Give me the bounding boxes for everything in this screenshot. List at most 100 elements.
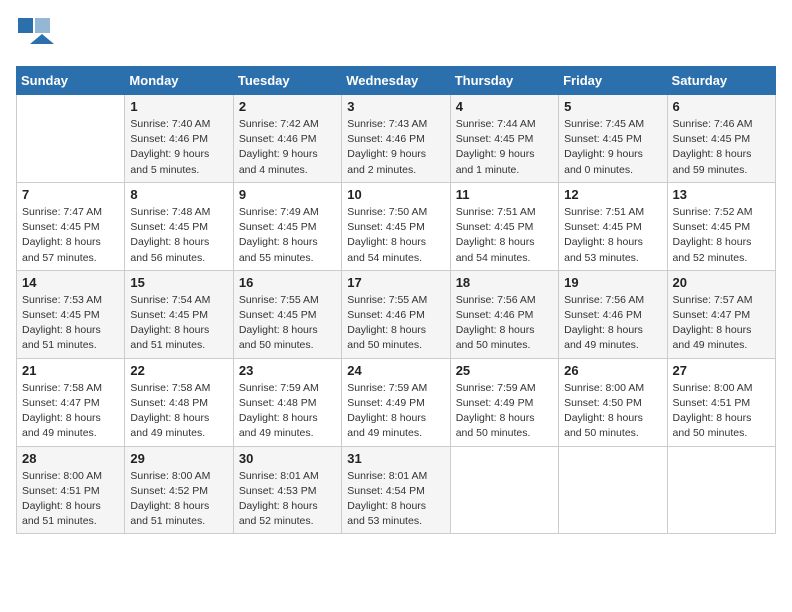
calendar-cell: 2Sunrise: 7:42 AM Sunset: 4:46 PM Daylig… [233, 95, 341, 183]
calendar-cell: 24 Sunrise: 7:59 AM Sunset: 4:49 PM Dayli… [342, 358, 450, 446]
cell-date: 24 [347, 363, 444, 378]
calendar-week-1: 1 Sunrise: 7:40 AM Sunset: 4:46 PM Daylig… [17, 95, 776, 183]
calendar-cell: 13 Sunrise: 7:52 AM Sunset: 4:45 PM Dayli… [667, 182, 775, 270]
cell-info: Sunrise: 7:55 AM Sunset: 4:46 PM Dayligh… [347, 293, 444, 354]
cell-info: Sunrise: 7:45 AM Sunset: 4:45 PM Dayligh… [564, 117, 661, 178]
cell-info: Sunrise: 7:44 AM Sunset: 4:45 PM Dayligh… [456, 117, 553, 178]
calendar-cell: 12Sunrise: 7:51 AM Sunset: 4:45 PM Dayli… [559, 182, 667, 270]
calendar-cell [559, 446, 667, 534]
calendar-cell: 7Sunrise: 7:47 AM Sunset: 4:45 PM Daylig… [17, 182, 125, 270]
cell-info: Sunrise: 7:59 AM Sunset: 4:49 PM Dayligh… [347, 381, 444, 442]
cell-date: 8 [130, 187, 227, 202]
cell-info: Sunrise: 7:56 AM Sunset: 4:46 PM Dayligh… [456, 293, 553, 354]
cell-date: 5 [564, 99, 661, 114]
cell-date: 13 [673, 187, 770, 202]
cell-date: 18 [456, 275, 553, 290]
calendar-cell: 5 Sunrise: 7:45 AM Sunset: 4:45 PM Daylig… [559, 95, 667, 183]
calendar-cell: 28 Sunrise: 8:00 AM Sunset: 4:51 PM Dayli… [17, 446, 125, 534]
cell-info: Sunrise: 7:52 AM Sunset: 4:45 PM Dayligh… [673, 205, 770, 266]
cell-date: 9 [239, 187, 336, 202]
cell-info: Sunrise: 7:51 AM Sunset: 4:45 PM Dayligh… [456, 205, 553, 266]
weekday-header-friday: Friday [559, 67, 667, 95]
calendar-cell: 18 Sunrise: 7:56 AM Sunset: 4:46 PM Dayli… [450, 270, 558, 358]
cell-date: 16 [239, 275, 336, 290]
calendar-cell: 11Sunrise: 7:51 AM Sunset: 4:45 PM Dayli… [450, 182, 558, 270]
cell-info: Sunrise: 7:48 AM Sunset: 4:45 PM Dayligh… [130, 205, 227, 266]
calendar-cell: 15 Sunrise: 7:54 AM Sunset: 4:45 PM Dayli… [125, 270, 233, 358]
cell-date: 25 [456, 363, 553, 378]
cell-info: Sunrise: 8:00 AM Sunset: 4:50 PM Dayligh… [564, 381, 661, 442]
calendar-cell: 30 Sunrise: 8:01 AM Sunset: 4:53 PM Dayli… [233, 446, 341, 534]
cell-date: 6 [673, 99, 770, 114]
calendar-cell: 22Sunrise: 7:58 AM Sunset: 4:48 PM Dayli… [125, 358, 233, 446]
cell-date: 3 [347, 99, 444, 114]
cell-date: 17 [347, 275, 444, 290]
cell-date: 14 [22, 275, 119, 290]
calendar-cell: 16 Sunrise: 7:55 AM Sunset: 4:45 PM Dayli… [233, 270, 341, 358]
weekday-header-sunday: Sunday [17, 67, 125, 95]
calendar-cell: 27 Sunrise: 8:00 AM Sunset: 4:51 PM Dayli… [667, 358, 775, 446]
weekday-header-wednesday: Wednesday [342, 67, 450, 95]
page-header [16, 16, 776, 54]
cell-date: 15 [130, 275, 227, 290]
cell-info: Sunrise: 7:59 AM Sunset: 4:48 PM Dayligh… [239, 381, 336, 442]
cell-info: Sunrise: 8:01 AM Sunset: 4:53 PM Dayligh… [239, 469, 336, 530]
cell-info: Sunrise: 7:53 AM Sunset: 4:45 PM Dayligh… [22, 293, 119, 354]
calendar-cell [17, 95, 125, 183]
cell-info: Sunrise: 7:58 AM Sunset: 4:47 PM Dayligh… [22, 381, 119, 442]
weekday-header-tuesday: Tuesday [233, 67, 341, 95]
cell-info: Sunrise: 7:47 AM Sunset: 4:45 PM Dayligh… [22, 205, 119, 266]
calendar-cell: 31Sunrise: 8:01 AM Sunset: 4:54 PM Dayli… [342, 446, 450, 534]
calendar-cell [450, 446, 558, 534]
calendar-week-3: 14 Sunrise: 7:53 AM Sunset: 4:45 PM Dayli… [17, 270, 776, 358]
cell-info: Sunrise: 7:54 AM Sunset: 4:45 PM Dayligh… [130, 293, 227, 354]
cell-info: Sunrise: 7:50 AM Sunset: 4:45 PM Dayligh… [347, 205, 444, 266]
cell-date: 10 [347, 187, 444, 202]
calendar-cell: 19 Sunrise: 7:56 AM Sunset: 4:46 PM Dayli… [559, 270, 667, 358]
cell-date: 31 [347, 451, 444, 466]
calendar-cell: 25 Sunrise: 7:59 AM Sunset: 4:49 PM Dayli… [450, 358, 558, 446]
calendar-body: 1 Sunrise: 7:40 AM Sunset: 4:46 PM Daylig… [17, 95, 776, 534]
cell-date: 1 [130, 99, 227, 114]
cell-info: Sunrise: 7:56 AM Sunset: 4:46 PM Dayligh… [564, 293, 661, 354]
cell-date: 26 [564, 363, 661, 378]
cell-info: Sunrise: 7:59 AM Sunset: 4:49 PM Dayligh… [456, 381, 553, 442]
cell-info: Sunrise: 7:57 AM Sunset: 4:47 PM Dayligh… [673, 293, 770, 354]
calendar-cell: 20 Sunrise: 7:57 AM Sunset: 4:47 PM Dayli… [667, 270, 775, 358]
calendar-cell: 23 Sunrise: 7:59 AM Sunset: 4:48 PM Dayli… [233, 358, 341, 446]
cell-info: Sunrise: 8:00 AM Sunset: 4:51 PM Dayligh… [673, 381, 770, 442]
calendar-cell: 29Sunrise: 8:00 AM Sunset: 4:52 PM Dayli… [125, 446, 233, 534]
cell-info: Sunrise: 7:46 AM Sunset: 4:45 PM Dayligh… [673, 117, 770, 178]
cell-date: 4 [456, 99, 553, 114]
cell-info: Sunrise: 8:00 AM Sunset: 4:51 PM Dayligh… [22, 469, 119, 530]
calendar-week-2: 7Sunrise: 7:47 AM Sunset: 4:45 PM Daylig… [17, 182, 776, 270]
calendar-cell [667, 446, 775, 534]
calendar-cell: 8 Sunrise: 7:48 AM Sunset: 4:45 PM Daylig… [125, 182, 233, 270]
cell-date: 12 [564, 187, 661, 202]
cell-date: 21 [22, 363, 119, 378]
calendar-cell: 14 Sunrise: 7:53 AM Sunset: 4:45 PM Dayli… [17, 270, 125, 358]
cell-date: 23 [239, 363, 336, 378]
cell-date: 29 [130, 451, 227, 466]
logo [16, 16, 54, 54]
cell-info: Sunrise: 7:55 AM Sunset: 4:45 PM Dayligh… [239, 293, 336, 354]
cell-info: Sunrise: 7:40 AM Sunset: 4:46 PM Dayligh… [130, 117, 227, 178]
weekday-header-row: SundayMondayTuesdayWednesdayThursdayFrid… [17, 67, 776, 95]
calendar-cell: 4 Sunrise: 7:44 AM Sunset: 4:45 PM Daylig… [450, 95, 558, 183]
weekday-header-monday: Monday [125, 67, 233, 95]
cell-date: 27 [673, 363, 770, 378]
calendar-week-4: 21 Sunrise: 7:58 AM Sunset: 4:47 PM Dayli… [17, 358, 776, 446]
cell-date: 30 [239, 451, 336, 466]
logo-icon [16, 16, 54, 54]
cell-date: 28 [22, 451, 119, 466]
calendar-cell: 17 Sunrise: 7:55 AM Sunset: 4:46 PM Dayli… [342, 270, 450, 358]
cell-info: Sunrise: 7:43 AM Sunset: 4:46 PM Dayligh… [347, 117, 444, 178]
weekday-header-saturday: Saturday [667, 67, 775, 95]
calendar-cell: 26 Sunrise: 8:00 AM Sunset: 4:50 PM Dayli… [559, 358, 667, 446]
cell-date: 20 [673, 275, 770, 290]
calendar-cell: 3 Sunrise: 7:43 AM Sunset: 4:46 PM Daylig… [342, 95, 450, 183]
cell-info: Sunrise: 7:58 AM Sunset: 4:48 PM Dayligh… [130, 381, 227, 442]
calendar-table: SundayMondayTuesdayWednesdayThursdayFrid… [16, 66, 776, 534]
weekday-header-thursday: Thursday [450, 67, 558, 95]
cell-date: 19 [564, 275, 661, 290]
